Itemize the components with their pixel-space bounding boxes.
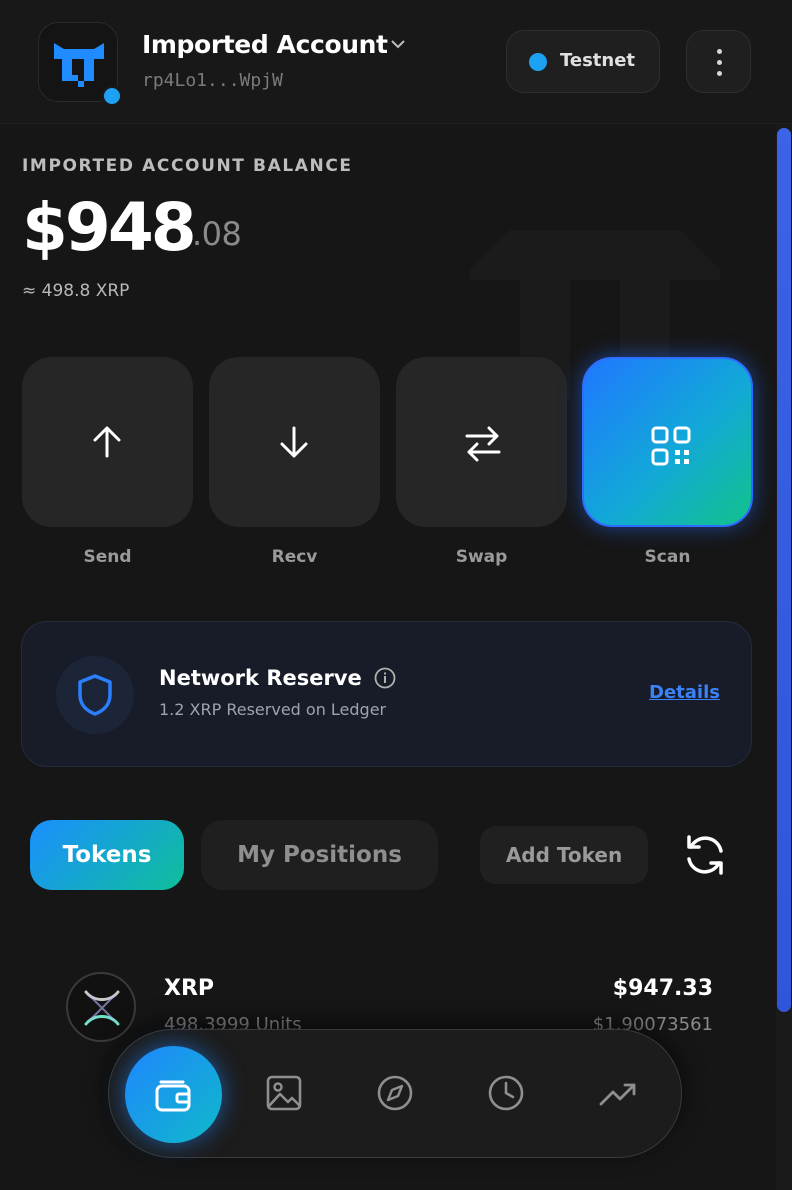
more-menu-button[interactable]	[686, 30, 751, 93]
balance-label: IMPORTED ACCOUNT BALANCE	[22, 156, 353, 176]
account-name[interactable]: Imported Account	[142, 30, 388, 59]
status-dot	[101, 85, 123, 107]
shield-icon	[78, 674, 112, 716]
nav-wallet[interactable]	[125, 1046, 222, 1143]
xrp-token-icon	[66, 972, 136, 1042]
info-icon[interactable]	[374, 667, 396, 689]
swap-icon	[465, 426, 501, 462]
compass-icon[interactable]	[376, 1074, 414, 1112]
network-label: Testnet	[560, 50, 636, 71]
tab-my-positions[interactable]: My Positions	[201, 820, 438, 890]
chevron-down-icon[interactable]	[390, 38, 406, 50]
swap-button[interactable]	[396, 357, 567, 527]
network-status-dot	[529, 53, 547, 71]
account-address[interactable]: rp4Lo1...WpjW	[142, 70, 283, 91]
receive-label: Recv	[271, 547, 318, 567]
app-header: Imported Account rp4Lo1...WpjW Testnet	[0, 0, 792, 124]
balance-xrp: ≈ 498.8 XRP	[22, 281, 130, 301]
scan-button[interactable]	[582, 357, 753, 527]
swap-label: Swap	[455, 547, 508, 567]
balance-amount: $948	[22, 189, 197, 266]
more-vertical-icon	[717, 49, 722, 54]
token-usd-value: $947.33	[612, 976, 713, 1001]
details-link[interactable]: Details	[649, 682, 720, 703]
wallet-icon	[155, 1080, 191, 1112]
send-label: Send	[83, 547, 132, 567]
clock-icon[interactable]	[487, 1074, 525, 1112]
trending-up-icon[interactable]	[598, 1074, 638, 1112]
qr-code-icon	[651, 426, 691, 466]
bottom-navigation	[108, 1029, 682, 1158]
add-token-button[interactable]: Add Token	[480, 826, 648, 884]
scrollbar-thumb[interactable]	[777, 128, 791, 1012]
balance-cents: .08	[192, 215, 242, 253]
network-reserve-card: Network Reserve 1.2 XRP Reserved on Ledg…	[21, 621, 752, 767]
scan-label: Scan	[644, 547, 691, 567]
refresh-icon[interactable]	[683, 833, 727, 877]
reserve-subtitle: 1.2 XRP Reserved on Ledger	[159, 700, 387, 719]
send-button[interactable]	[22, 357, 193, 527]
xrp-logo-icon	[84, 990, 120, 1026]
arrow-down-icon	[280, 426, 308, 458]
brand-logo-icon	[54, 43, 104, 87]
reserve-title: Network Reserve	[159, 666, 362, 690]
receive-button[interactable]	[209, 357, 380, 527]
gallery-icon[interactable]	[265, 1074, 303, 1112]
network-selector-button[interactable]: Testnet	[506, 30, 660, 93]
arrow-up-icon	[93, 426, 121, 458]
token-row[interactable]: XRP 498.3999 Units $947.33 $1.90073561	[0, 960, 776, 1042]
shield-badge	[56, 656, 134, 734]
tab-tokens[interactable]: Tokens	[30, 820, 184, 890]
account-avatar[interactable]	[38, 22, 123, 107]
token-name: XRP	[164, 976, 215, 1001]
